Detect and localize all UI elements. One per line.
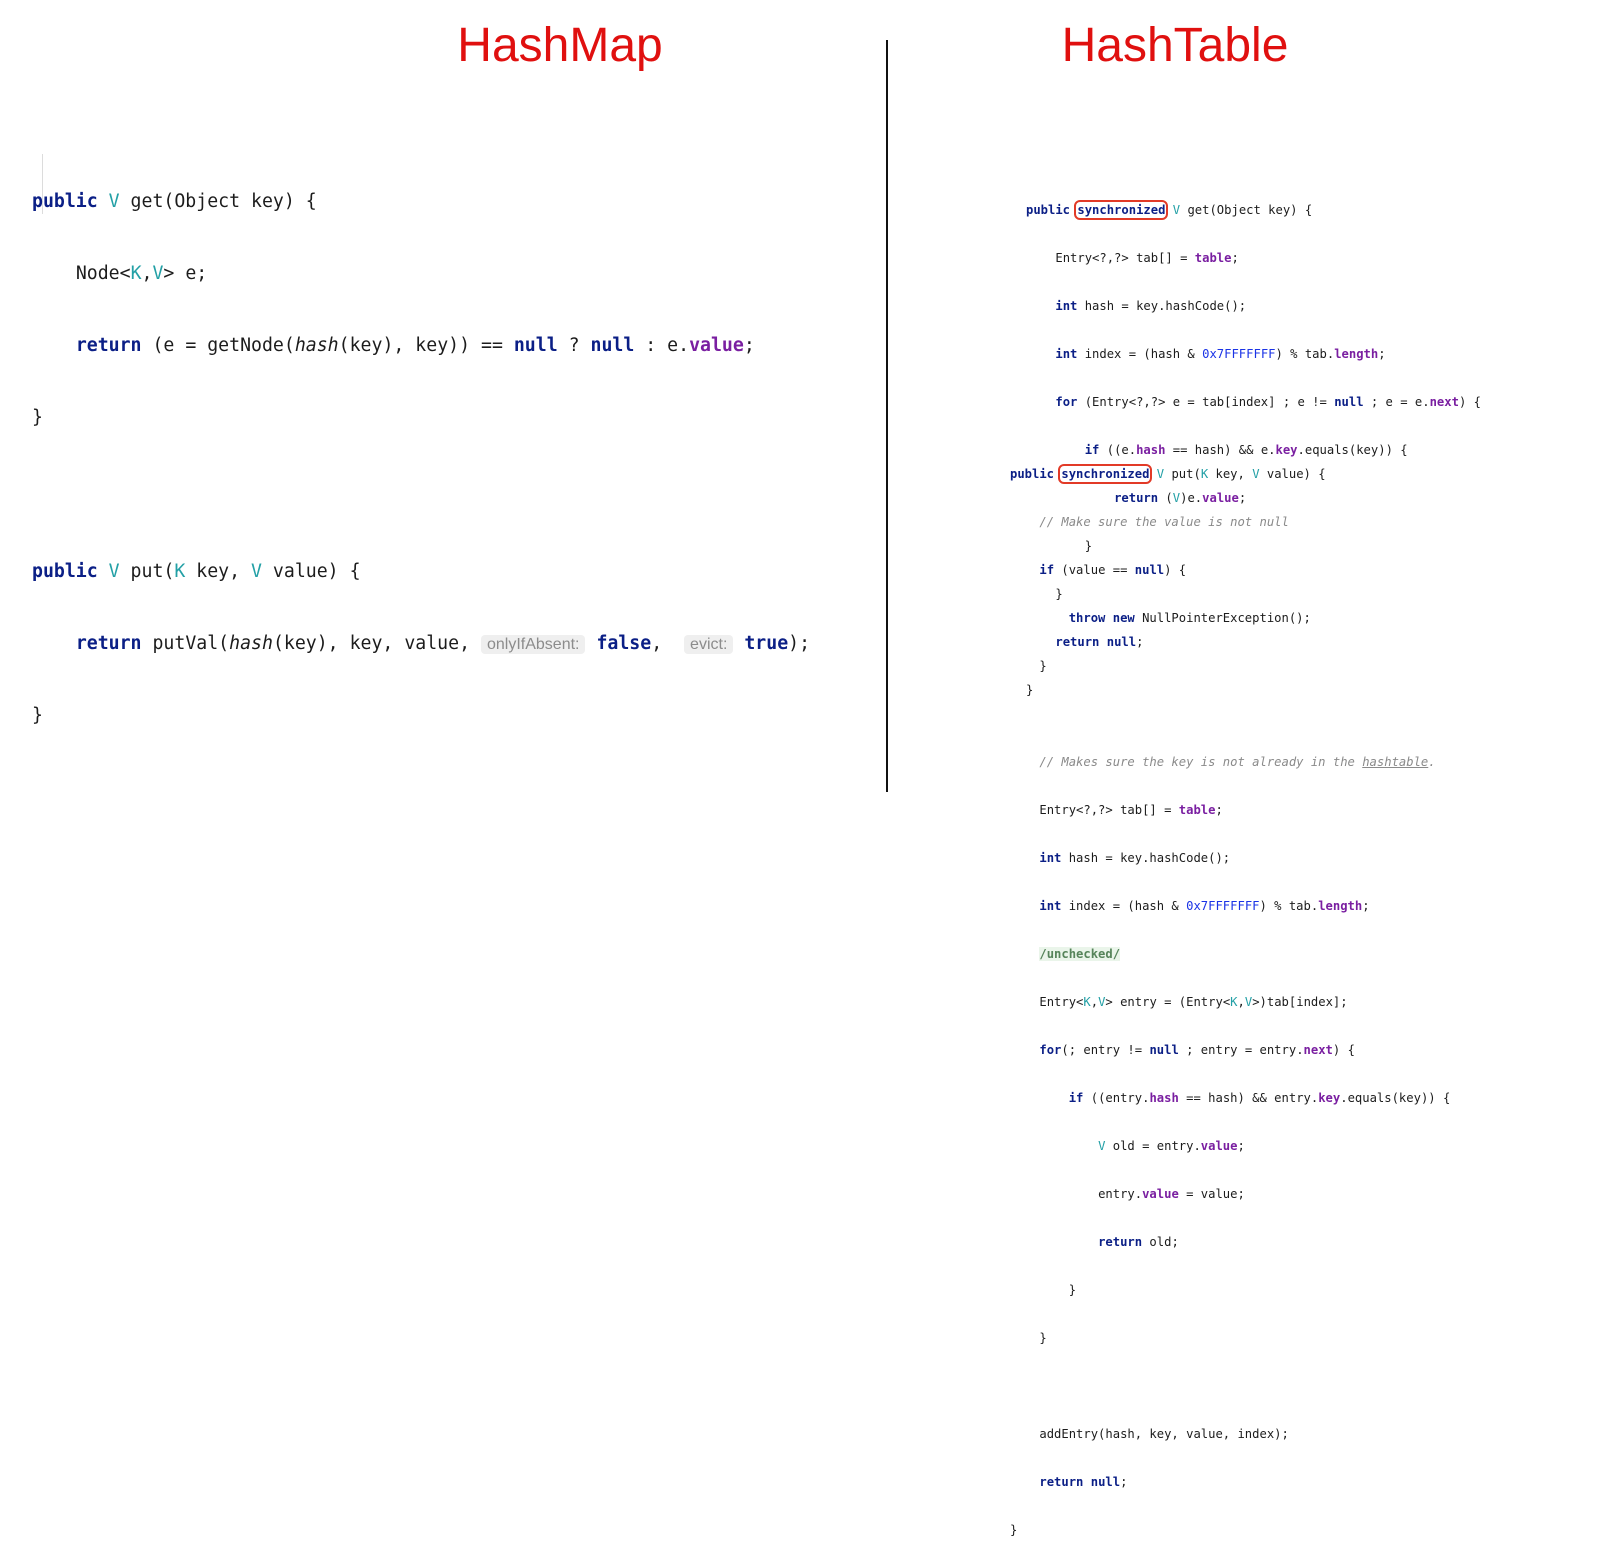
code-comment: // Makes sure the key is not already in …	[1039, 755, 1436, 769]
code-line: entry.value = value;	[1098, 1187, 1245, 1201]
code-line: return old;	[1098, 1235, 1179, 1249]
code-line: Entry<?,?> tab[] = table;	[1055, 251, 1239, 265]
code-line: public synchronized V get(Object key) {	[1026, 200, 1313, 220]
code-line: for (Entry<?,?> e = tab[index] ; e != nu…	[1055, 395, 1481, 409]
code-line: if ((entry.hash == hash) && entry.key.eq…	[1068, 1091, 1451, 1105]
code-line: int index = (hash & 0x7FFFFFFF) % tab.le…	[1055, 347, 1386, 361]
code-comment: // Make sure the value is not null	[1039, 515, 1289, 529]
code-line: }	[32, 407, 43, 428]
code-line: public synchronized V put(K key, V value…	[1010, 464, 1326, 484]
code-line: }	[1039, 659, 1047, 673]
code-line: public V get(Object key) {	[32, 191, 317, 212]
code-line: public V put(K key, V value) {	[32, 561, 361, 582]
hashtable-put-code-block: public synchronized V put(K key, V value…	[1010, 436, 1450, 1554]
code-annotation: /unchecked/	[1039, 947, 1121, 961]
hashmap-code-block: public V get(Object key) { Node<K,V> e; …	[32, 124, 810, 752]
code-line: Node<K,V> e;	[75, 263, 208, 284]
code-line: V old = entry.value;	[1098, 1139, 1245, 1153]
code-line: Entry<K,V> entry = (Entry<K,V>)tab[index…	[1039, 995, 1348, 1009]
synchronized-highlight: synchronized	[1058, 464, 1153, 484]
hashmap-title: HashMap	[457, 19, 663, 72]
code-line: return (e = getNode(hash(key), key)) == …	[75, 335, 755, 356]
param-hint: onlyIfAbsent:	[480, 635, 586, 654]
code-line: }	[32, 705, 43, 726]
hashtable-title: HashTable	[1061, 19, 1289, 72]
code-line: if (value == null) {	[1039, 563, 1187, 577]
code-line: int index = (hash & 0x7FFFFFFF) % tab.le…	[1039, 899, 1370, 913]
code-line: int hash = key.hashCode();	[1055, 299, 1247, 313]
code-line: return null;	[1039, 1475, 1128, 1489]
code-line: return putVal(hash(key), key, value, onl…	[75, 633, 811, 654]
center-divider	[886, 40, 888, 792]
code-line: }	[1068, 1283, 1077, 1297]
code-line: }	[1010, 1523, 1018, 1537]
synchronized-highlight: synchronized	[1074, 200, 1169, 220]
code-line: for(; entry != null ; entry = entry.next…	[1039, 1043, 1355, 1057]
code-line: int hash = key.hashCode();	[1039, 851, 1231, 865]
param-hint: evict:	[684, 635, 734, 654]
code-line: Entry<?,?> tab[] = table;	[1039, 803, 1223, 817]
code-line: addEntry(hash, key, value, index);	[1039, 1427, 1289, 1441]
code-line: throw new NullPointerException();	[1068, 611, 1311, 625]
code-line: }	[1039, 1331, 1047, 1345]
